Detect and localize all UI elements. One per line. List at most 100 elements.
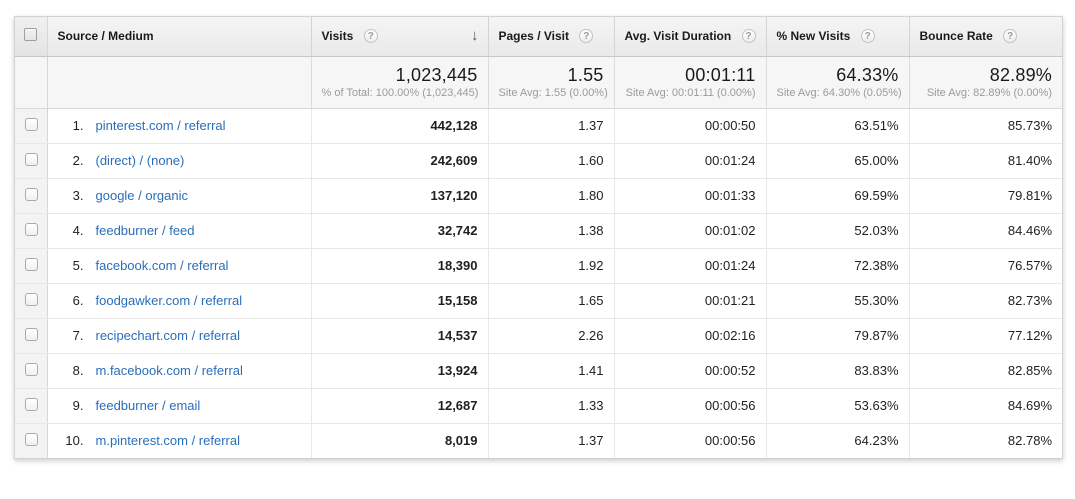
table-body: 1,023,445 % of Total: 100.00% (1,023,445… [15,56,1062,458]
source-medium-link[interactable]: m.pinterest.com / referral [96,433,241,448]
source-medium-cell: 3. google / organic [47,178,311,213]
row-checkbox[interactable] [25,433,38,446]
row-rank: 3. [58,188,84,203]
visits-cell: 32,742 [311,213,488,248]
row-checkbox[interactable] [25,153,38,166]
avg-duration-cell: 00:01:24 [614,143,766,178]
bounce-rate-cell: 79.81% [909,178,1062,213]
pages-per-visit-cell: 1.60 [488,143,614,178]
new-visits-cell: 52.03% [766,213,909,248]
select-all-checkbox[interactable] [24,28,37,41]
row-checkbox[interactable] [25,328,38,341]
source-medium-link[interactable]: feedburner / email [96,398,201,413]
table-row: 6. foodgawker.com / referral 15,1581.6500:… [15,283,1062,318]
row-checkbox[interactable] [25,363,38,376]
new-visits-cell: 63.51% [766,108,909,143]
pages-per-visit-cell: 1.80 [488,178,614,213]
column-header-visits[interactable]: Visits ? ↓ [311,17,488,56]
source-medium-cell: 4.feedburner / feed [47,213,311,248]
row-checkbox-cell [15,213,47,248]
visits-cell: 12,687 [311,388,488,423]
help-icon[interactable]: ? [861,29,875,43]
source-medium-link[interactable]: pinterest.com / referral [96,118,226,133]
bounce-rate-cell: 82.85% [909,353,1062,388]
pages-per-visit-cell: 1.37 [488,423,614,458]
total-duration-value: 00:01:11 [625,65,756,86]
new-visits-cell: 69.59% [766,178,909,213]
total-pages-note: Site Avg: 1.55 (0.00%) [499,87,604,99]
column-label: Avg. Visit Duration [625,29,732,43]
source-medium-cell: 1.pinterest.com / referral [47,108,311,143]
totals-row: 1,023,445 % of Total: 100.00% (1,023,445… [15,56,1062,108]
visits-cell: 18,390 [311,248,488,283]
source-medium-cell: 6. foodgawker.com / referral [47,283,311,318]
column-header-bounce-rate[interactable]: Bounce Rate ? [909,17,1062,56]
pages-per-visit-cell: 1.41 [488,353,614,388]
totals-visits-cell: 1,023,445 % of Total: 100.00% (1,023,445… [311,56,488,108]
table-row: 1.pinterest.com / referral442,1281.3700:… [15,108,1062,143]
bounce-rate-cell: 84.46% [909,213,1062,248]
row-rank: 6. [58,293,84,308]
row-rank: 10. [58,433,84,448]
row-checkbox[interactable] [25,258,38,271]
row-checkbox[interactable] [25,398,38,411]
bounce-rate-cell: 82.73% [909,283,1062,318]
source-medium-link[interactable]: m.facebook.com / referral [96,363,243,378]
totals-bounce-cell: 82.89% Site Avg: 82.89% (0.00%) [909,56,1062,108]
avg-duration-cell: 00:01:24 [614,248,766,283]
pages-per-visit-cell: 1.33 [488,388,614,423]
avg-duration-cell: 00:00:56 [614,423,766,458]
total-duration-note: Site Avg: 00:01:11 (0.00%) [625,87,756,99]
visits-cell: 15,158 [311,283,488,318]
total-new-visits-note: Site Avg: 64.30% (0.05%) [777,87,899,99]
row-checkbox-cell [15,143,47,178]
avg-duration-cell: 00:00:50 [614,108,766,143]
bounce-rate-cell: 81.40% [909,143,1062,178]
total-new-visits-value: 64.33% [777,65,899,86]
pages-per-visit-cell: 1.37 [488,108,614,143]
new-visits-cell: 55.30% [766,283,909,318]
source-medium-cell: 10. m.pinterest.com / referral [47,423,311,458]
source-medium-link[interactable]: (direct) / (none) [96,153,185,168]
source-medium-cell: 9. feedburner / email [47,388,311,423]
visits-cell: 137,120 [311,178,488,213]
pages-per-visit-cell: 1.92 [488,248,614,283]
visits-cell: 442,128 [311,108,488,143]
source-medium-link[interactable]: facebook.com / referral [96,258,229,273]
column-header-source-medium[interactable]: Source / Medium [47,17,311,56]
new-visits-cell: 79.87% [766,318,909,353]
pages-per-visit-cell: 1.65 [488,283,614,318]
row-checkbox[interactable] [25,118,38,131]
row-rank: 9. [58,398,84,413]
source-medium-link[interactable]: feedburner / feed [96,223,195,238]
source-medium-link[interactable]: google / organic [96,188,189,203]
total-visits-note: % of Total: 100.00% (1,023,445) [322,87,478,99]
row-checkbox[interactable] [25,293,38,306]
table-row: 10.m.pinterest.com / referral8,0191.3700… [15,423,1062,458]
column-header-new-visits[interactable]: % New Visits ? [766,17,909,56]
totals-duration-cell: 00:01:11 Site Avg: 00:01:11 (0.00%) [614,56,766,108]
table-row: 4.feedburner / feed32,7421.3800:01:0252.… [15,213,1062,248]
row-checkbox-cell [15,353,47,388]
column-header-avg-visit-duration[interactable]: Avg. Visit Duration ? [614,17,766,56]
help-icon[interactable]: ? [742,29,756,43]
table-row: 3.google / organic137,1201.8000:01:3369.… [15,178,1062,213]
row-checkbox-cell [15,423,47,458]
source-medium-cell: 7.recipechart.com / referral [47,318,311,353]
avg-duration-cell: 00:00:56 [614,388,766,423]
column-header-pages-per-visit[interactable]: Pages / Visit ? [488,17,614,56]
totals-pages-cell: 1.55 Site Avg: 1.55 (0.00%) [488,56,614,108]
help-icon[interactable]: ? [1003,29,1017,43]
row-checkbox-cell [15,283,47,318]
help-icon[interactable]: ? [579,29,593,43]
bounce-rate-cell: 77.12% [909,318,1062,353]
row-checkbox[interactable] [25,223,38,236]
row-checkbox[interactable] [25,188,38,201]
source-medium-link[interactable]: recipechart.com / referral [96,328,241,343]
avg-duration-cell: 00:01:21 [614,283,766,318]
help-icon[interactable]: ? [364,29,378,43]
row-rank: 2. [58,153,84,168]
source-medium-link[interactable]: foodgawker.com / referral [96,293,243,308]
new-visits-cell: 53.63% [766,388,909,423]
sort-desc-icon[interactable]: ↓ [471,27,479,44]
